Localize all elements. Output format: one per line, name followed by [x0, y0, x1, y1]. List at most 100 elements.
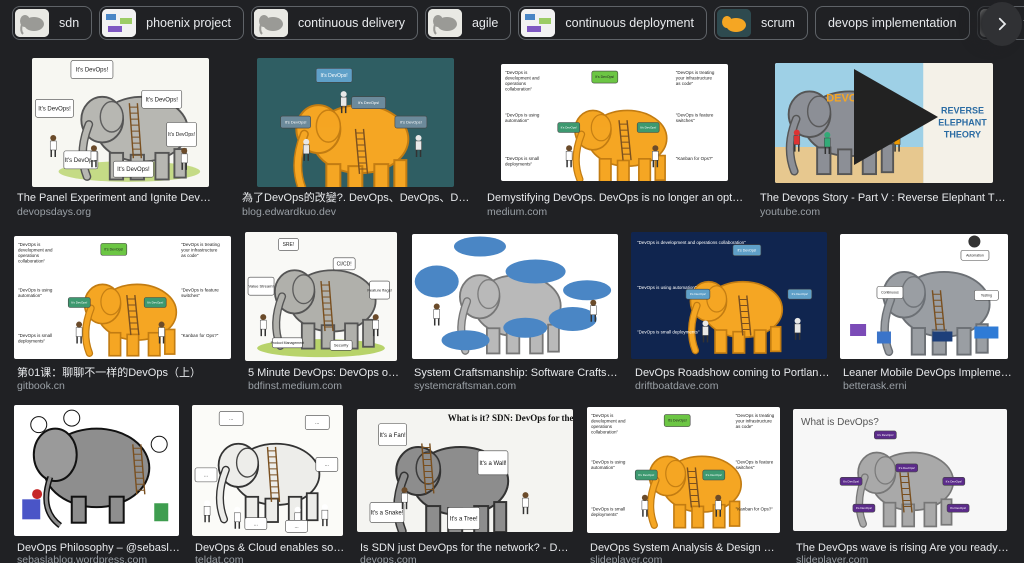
- image-result[interactable]: Automation Continuous Testing Leaner Mob…: [840, 234, 1015, 398]
- svg-text:It's DevOps!: It's DevOps!: [899, 466, 915, 470]
- image-result[interactable]: What is DevOps? It's DevOps! It's DevOps…: [793, 409, 1012, 563]
- result-title[interactable]: System Craftsmanship: Software Craftsman…: [414, 367, 622, 380]
- speech-bubble: It's DevOps!: [685, 288, 711, 300]
- related-search-chip[interactable]: devops implementation: [814, 6, 970, 40]
- result-title[interactable]: 為了DevOps的改變?. DevOps、DevOps、DevOps這一個...: [242, 192, 470, 205]
- result-thumbnail[interactable]: Automation Continuous Testing: [840, 234, 1008, 359]
- related-search-chip[interactable]: continuous delivery: [250, 6, 418, 40]
- speech-bubble: ...: [218, 411, 244, 426]
- result-thumbnail[interactable]: ... ... ... ... ......: [192, 405, 343, 536]
- result-title[interactable]: The Devops Story - Part V : Reverse Elep…: [760, 192, 1010, 205]
- related-search-chip[interactable]: continuous deployment: [518, 6, 707, 40]
- speech-bubble: It's DevOps!: [351, 96, 386, 110]
- result-thumbnail[interactable]: [14, 405, 179, 536]
- svg-text:Value Stream!: Value Stream!: [249, 283, 274, 288]
- quote-text: "Kanban for Ops?": [736, 506, 774, 511]
- related-search-chip[interactable]: sdn: [12, 6, 93, 40]
- speech-bubble: It's DevOps!: [942, 477, 966, 486]
- svg-text:It's a Snake!: It's a Snake!: [371, 510, 404, 516]
- speech-bubble: ...: [315, 457, 339, 472]
- result-thumbnail[interactable]: SRE! CI/CD! Value Stream! Feature flags!…: [245, 232, 397, 361]
- svg-text:It's DevOps!: It's DevOps!: [950, 506, 966, 510]
- speech-bubble: It's DevOps!: [874, 430, 897, 440]
- result-title[interactable]: Leaner Mobile DevOps Implementation ...: [843, 367, 1015, 380]
- svg-text:It's a Fan!: It's a Fan!: [380, 433, 406, 439]
- result-source: driftboatdave.com: [635, 380, 719, 392]
- related-search-chip[interactable]: agile: [424, 6, 512, 40]
- svg-text:It's DevOps!: It's DevOps!: [145, 97, 178, 103]
- svg-text:It's DevOps!: It's DevOps!: [400, 119, 422, 124]
- image-result[interactable]: "DevOps is development and operations co…: [631, 232, 831, 398]
- svg-text:It's DevOps!: It's DevOps!: [71, 301, 87, 305]
- image-result[interactable]: "DevOps is development and operations colla…: [487, 64, 745, 224]
- speech-bubble: Security: [329, 340, 353, 351]
- svg-text:It's DevOps!: It's DevOps!: [595, 75, 614, 79]
- result-thumbnail[interactable]: "DevOps is development and operations colla…: [501, 64, 728, 181]
- image-result[interactable]: DevOps Philosophy – @sebasla Blog sebasla…: [14, 405, 185, 563]
- chip-label: sdn: [59, 16, 80, 30]
- svg-text:It's DevOps!: It's DevOps!: [638, 473, 654, 477]
- speech-bubble: It's DevOps!: [141, 89, 183, 109]
- chip-thumbnail: [521, 9, 556, 37]
- chip-label: devops implementation: [827, 16, 957, 30]
- svg-text:Product Management: Product Management: [271, 341, 304, 345]
- svg-text:It's DevOps!: It's DevOps!: [38, 106, 71, 112]
- result-thumbnail[interactable]: "DevOps is development and operations colla…: [587, 407, 780, 533]
- svg-text:CI/CD!: CI/CD!: [337, 261, 352, 267]
- chip-label: scrum: [760, 16, 795, 30]
- speech-bubble: It's DevOps!: [70, 60, 114, 79]
- svg-text:It's DevOps!: It's DevOps!: [640, 126, 656, 130]
- result-thumbnail[interactable]: "DevOps is development and operations co…: [631, 232, 827, 359]
- svg-text:Automation: Automation: [966, 253, 984, 257]
- speech-bubble: CI/CD!: [332, 257, 356, 271]
- svg-text:It's DevOps!: It's DevOps!: [358, 100, 380, 105]
- speech-bubble: Continuous: [876, 286, 904, 299]
- speech-bubble: ...: [304, 415, 330, 430]
- result-title[interactable]: DevOps Roadshow coming to Portland! | /*…: [635, 367, 831, 380]
- result-title[interactable]: Demystifying DevOps. DevOps is no longer…: [487, 192, 745, 205]
- image-result[interactable]: "DevOps is development and operations colla…: [14, 236, 232, 398]
- image-result[interactable]: "DevOps is development and operations colla…: [587, 407, 782, 563]
- svg-text:It's DevOps!: It's DevOps!: [561, 126, 577, 130]
- image-result[interactable]: SRE! CI/CD! Value Stream! Feature flags!…: [245, 232, 400, 398]
- svg-text:It's DevOps!: It's DevOps!: [76, 68, 109, 74]
- result-thumbnail[interactable]: DEVOPS REVERSE ELEPHANT THEORY: [775, 63, 993, 183]
- svg-text:It's DevOps!: It's DevOps!: [117, 167, 150, 173]
- chip-label: continuous delivery: [297, 16, 405, 30]
- speech-bubble: It's a Tree!: [447, 507, 481, 530]
- image-result[interactable]: System Craftsmanship: Software Craftsman…: [412, 234, 622, 398]
- svg-text:...: ...: [254, 521, 258, 527]
- speech-bubble: It's DevOps!: [732, 244, 762, 256]
- image-result[interactable]: It's DevOps! It's DevOps! It's DevOps! I…: [17, 58, 217, 224]
- speech-bubble: It's DevOps!: [557, 122, 581, 133]
- svg-text:"DevOps is small deployments": "DevOps is small deployments": [637, 330, 700, 335]
- speech-bubble: It's DevOps!: [895, 463, 919, 473]
- image-result[interactable]: What is it? SDN: DevOps for the Netw It'…: [357, 409, 574, 563]
- image-result[interactable]: It's DevOps! It's DevOps! It's DevOps! I…: [242, 58, 470, 224]
- speech-bubble: It's DevOps!: [946, 503, 970, 513]
- related-searches-chip-bar: sdn phoenix project continuous delivery agi…: [12, 6, 1024, 42]
- result-title[interactable]: 5 Minute DevOps: DevOps or SRE?. ...: [248, 367, 400, 380]
- result-thumbnail[interactable]: It's DevOps! It's DevOps! It's DevOps! I…: [257, 58, 454, 187]
- speech-bubble: Testing: [974, 289, 999, 301]
- result-title[interactable]: 第01课：聊聊不一样的DevOps（上）: [17, 367, 232, 380]
- svg-text:Feature flags!: Feature flags!: [367, 287, 391, 292]
- svg-text:Security: Security: [334, 343, 348, 348]
- speech-bubble: Feature flags!: [367, 280, 392, 300]
- image-result[interactable]: ... ... ... ... ...... DevOps & Cloud en…: [192, 405, 345, 563]
- result-thumbnail[interactable]: What is DevOps? It's DevOps! It's DevOps…: [793, 409, 1007, 531]
- image-result[interactable]: DEVOPS REVERSE ELEPHANT THEORY The Devop…: [760, 63, 1010, 224]
- result-title[interactable]: The Panel Experiment and Ignite DevOps: [17, 192, 217, 205]
- result-source: slideplayer.com: [796, 554, 869, 563]
- result-thumbnail[interactable]: It's DevOps! It's DevOps! It's DevOps! I…: [32, 58, 209, 187]
- related-search-chip[interactable]: scrum: [713, 6, 808, 40]
- speech-bubble: It's DevOps!: [663, 414, 691, 427]
- chip-scroll-next-button[interactable]: [982, 2, 1022, 46]
- result-thumbnail[interactable]: "DevOps is development and operations colla…: [14, 236, 231, 359]
- svg-text:Continuous: Continuous: [881, 291, 899, 295]
- result-thumbnail[interactable]: What is it? SDN: DevOps for the Netw It'…: [357, 409, 573, 532]
- result-thumbnail[interactable]: [412, 234, 618, 359]
- related-search-chip[interactable]: phoenix project: [99, 6, 244, 40]
- chip-thumbnail: [427, 9, 462, 37]
- result-source: devopsdays.org: [17, 206, 92, 218]
